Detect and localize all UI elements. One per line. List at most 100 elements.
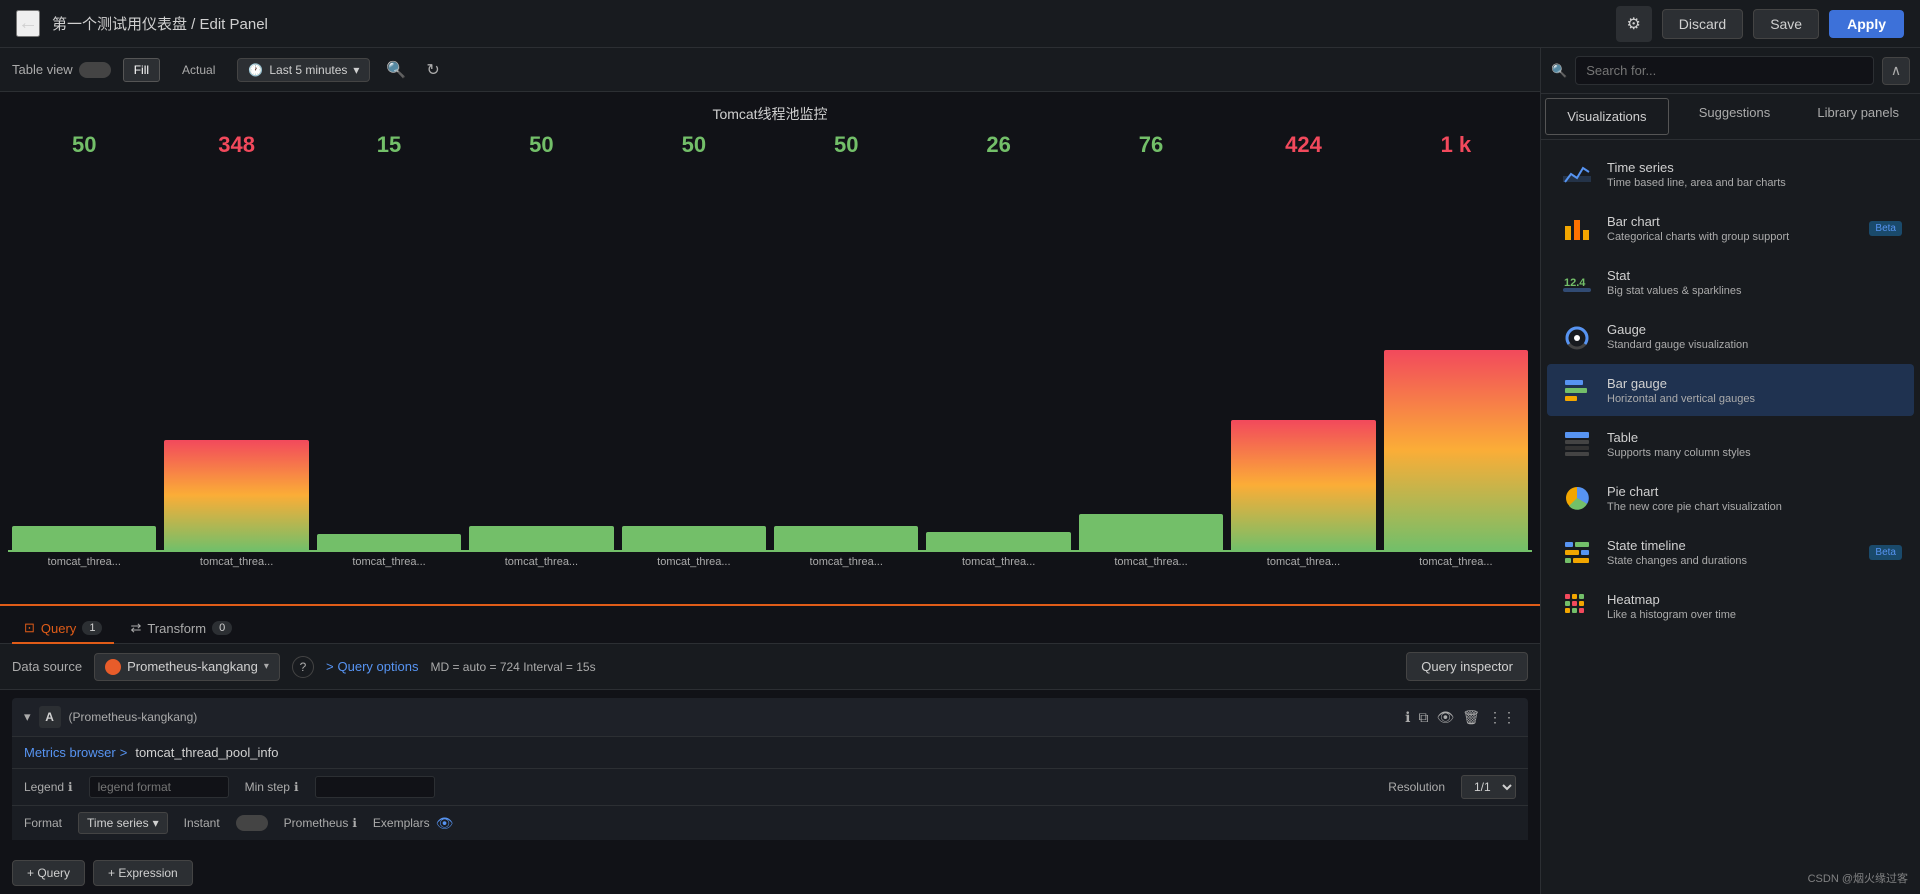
- query-row-header: ▾ A (Prometheus-kangkang) ℹ ⧉ 👁 🗑 ⋮⋮: [12, 698, 1528, 737]
- bar-col: 76tomcat_threa...: [1075, 132, 1227, 568]
- barchart-icon: [1559, 210, 1595, 246]
- exemplars-text: Exemplars: [373, 816, 430, 830]
- piechart-icon: [1559, 480, 1595, 516]
- query-toggle-button[interactable]: 👁: [1436, 709, 1454, 726]
- datasource-label: Data source: [12, 659, 82, 674]
- svg-text:12.4: 12.4: [1564, 277, 1586, 289]
- query-drag-button[interactable]: ⋮⋮: [1488, 709, 1516, 726]
- format-select[interactable]: Time series ▾: [78, 812, 168, 834]
- viz-tab-library-panels[interactable]: Library panels: [1796, 94, 1920, 139]
- bar-bottom-line: [465, 550, 617, 552]
- time-picker[interactable]: 🕐 Last 5 minutes ▾: [237, 58, 370, 82]
- bar-wrapper: [313, 162, 465, 550]
- query-delete-button[interactable]: 🗑: [1462, 709, 1480, 726]
- fill-button[interactable]: Fill: [123, 58, 160, 82]
- metrics-browser-button[interactable]: Metrics browser >: [24, 745, 127, 760]
- query-row-icons: ℹ ⧉ 👁 🗑 ⋮⋮: [1405, 709, 1516, 726]
- viz-tab-suggestions[interactable]: Suggestions: [1673, 94, 1797, 139]
- bar: [164, 440, 308, 550]
- save-button[interactable]: Save: [1753, 9, 1819, 39]
- viz-name: Time series: [1607, 160, 1902, 175]
- resolution-label: Resolution: [1388, 780, 1445, 794]
- table-icon: [1559, 426, 1595, 462]
- metrics-query-input[interactable]: [135, 745, 1516, 760]
- chart-toolbar: Table view Fill Actual 🕐 Last 5 minutes …: [0, 48, 1540, 92]
- bar-bottom-line: [313, 550, 465, 552]
- bar: [774, 526, 918, 550]
- table-view-switch[interactable]: [79, 62, 111, 78]
- settings-button[interactable]: ⚙: [1616, 6, 1652, 42]
- resolution-select[interactable]: 1/1 1/2 1/3: [1461, 775, 1516, 799]
- datasource-name: Prometheus-kangkang: [127, 659, 258, 674]
- bar: [317, 534, 461, 550]
- viz-item-bar-chart[interactable]: Bar chartCategorical charts with group s…: [1547, 202, 1914, 254]
- viz-item-gauge[interactable]: Gauge Standard gauge visualization: [1547, 310, 1914, 362]
- legend-input[interactable]: [89, 776, 229, 798]
- apply-button[interactable]: Apply: [1829, 10, 1904, 38]
- refresh-button[interactable]: ↻: [422, 56, 443, 84]
- viz-item-bar-gauge[interactable]: Bar gaugeHorizontal and vertical gauges: [1547, 364, 1914, 416]
- query-section: ⊡ Query 1 ⇄ Transform 0 Data source Prom…: [0, 604, 1540, 894]
- exemplars-eye-icon[interactable]: 👁: [436, 815, 454, 832]
- bar-value: 26: [986, 132, 1010, 158]
- bar-col: 50tomcat_threa...: [770, 132, 922, 568]
- query-options-button[interactable]: > Query options: [326, 659, 419, 674]
- right-panel: 🔍 ∧ VisualizationsSuggestionsLibrary pan…: [1540, 48, 1920, 894]
- viz-item-state-timeline[interactable]: State timelineState changes and duration…: [1547, 526, 1914, 578]
- viz-info: HeatmapLike a histogram over time: [1607, 592, 1902, 621]
- add-query-row: + Query + Expression: [0, 852, 1540, 894]
- bar-value: 50: [682, 132, 706, 158]
- discard-button[interactable]: Discard: [1662, 9, 1743, 39]
- bar-value: 15: [377, 132, 401, 158]
- query-inspector-button[interactable]: Query inspector: [1406, 652, 1528, 681]
- minstep-input[interactable]: [315, 776, 435, 798]
- search-input[interactable]: [1575, 56, 1874, 85]
- table-view-toggle[interactable]: Table view: [12, 62, 111, 78]
- tab-transform[interactable]: ⇄ Transform 0: [118, 614, 244, 644]
- viz-info: Pie chartThe new core pie chart visualiz…: [1607, 484, 1902, 513]
- add-query-button[interactable]: + Query: [12, 860, 85, 886]
- instant-toggle[interactable]: [236, 815, 268, 831]
- metrics-browser-label: Metrics browser: [24, 745, 116, 760]
- bar-wrapper: [618, 162, 770, 550]
- query-collapse-icon[interactable]: ▾: [24, 709, 31, 725]
- back-button[interactable]: ←: [16, 10, 40, 37]
- bar-bottom-line: [1075, 550, 1227, 552]
- zoom-button[interactable]: 🔍: [382, 56, 410, 84]
- bar-label: tomcat_threa...: [962, 556, 1035, 568]
- tab-query[interactable]: ⊡ Query 1: [12, 614, 114, 644]
- bar-value: 76: [1139, 132, 1163, 158]
- viz-item-table[interactable]: TableSupports many column styles: [1547, 418, 1914, 470]
- clock-icon: 🕐: [248, 63, 263, 77]
- viz-info: State timelineState changes and duration…: [1607, 538, 1857, 567]
- viz-name: Bar chart: [1607, 214, 1857, 229]
- datasource-info-button[interactable]: ?: [292, 656, 314, 678]
- collapse-button[interactable]: ∧: [1882, 57, 1910, 85]
- viz-item-pie-chart[interactable]: Pie chartThe new core pie chart visualiz…: [1547, 472, 1914, 524]
- stat-icon: 12.4: [1559, 264, 1595, 300]
- bar-label: tomcat_threa...: [1267, 556, 1340, 568]
- viz-tabs: VisualizationsSuggestionsLibrary panels: [1541, 94, 1920, 140]
- bar-value: 50: [72, 132, 96, 158]
- viz-desc: State changes and durations: [1607, 555, 1857, 567]
- datasource-selector[interactable]: Prometheus-kangkang ▾: [94, 653, 280, 681]
- viz-name: Bar gauge: [1607, 376, 1902, 391]
- viz-list: Time seriesTime based line, area and bar…: [1541, 140, 1920, 894]
- viz-name: Gauge: [1607, 322, 1902, 337]
- minstep-label: Min step ℹ: [245, 780, 299, 794]
- bar-label: tomcat_threa...: [200, 556, 273, 568]
- viz-item-time-series[interactable]: Time seriesTime based line, area and bar…: [1547, 148, 1914, 200]
- prometheus-icon: [105, 659, 121, 675]
- query-info-button[interactable]: ℹ: [1405, 709, 1410, 726]
- viz-desc: Standard gauge visualization: [1607, 339, 1902, 351]
- viz-tab-visualizations[interactable]: Visualizations: [1545, 98, 1669, 135]
- actual-button[interactable]: Actual: [172, 59, 225, 81]
- viz-item-heatmap[interactable]: HeatmapLike a histogram over time: [1547, 580, 1914, 632]
- query-duplicate-button[interactable]: ⧉: [1418, 709, 1428, 726]
- bar-wrapper: [465, 162, 617, 550]
- bar-bottom-line: [160, 550, 312, 552]
- format-label: Format: [24, 816, 62, 830]
- topbar: ← 第一个测试用仪表盘 / Edit Panel ⚙ Discard Save …: [0, 0, 1920, 48]
- viz-item-stat[interactable]: 12.4StatBig stat values & sparklines: [1547, 256, 1914, 308]
- add-expression-button[interactable]: + Expression: [93, 860, 193, 886]
